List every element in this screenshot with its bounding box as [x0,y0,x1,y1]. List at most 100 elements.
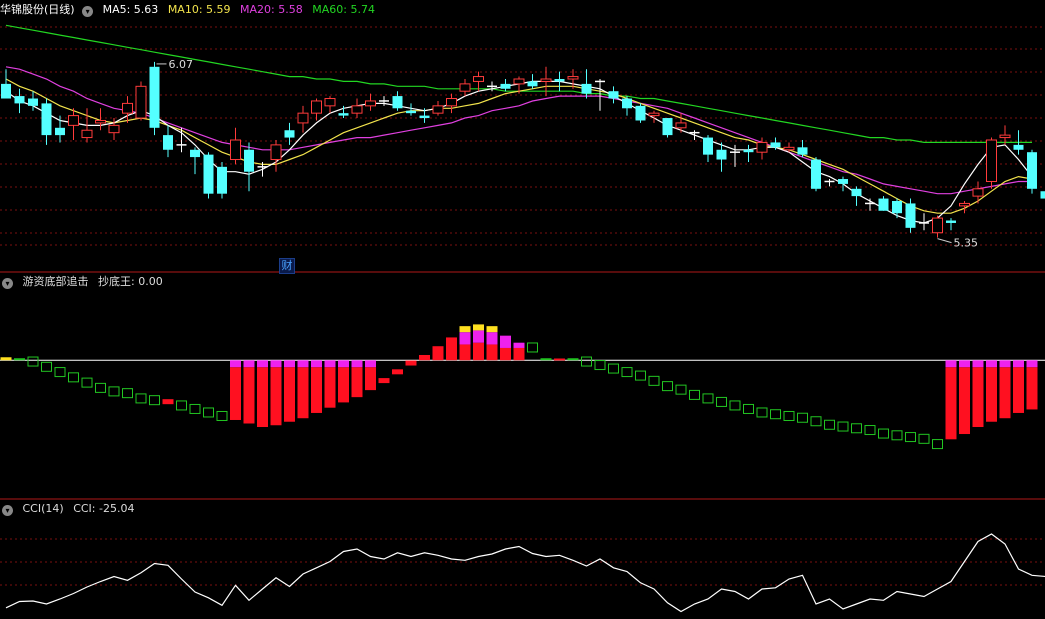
candle-body-down [838,179,848,184]
chart-canvas: 6.07 5.35 [0,0,1045,615]
bar-green-box [28,357,38,366]
candlestick-panel[interactable]: 6.07 5.35 [1,25,1045,249]
bar-red [419,355,430,360]
candle-body-up [447,99,457,106]
bar-red [473,343,484,361]
bar-green-box [717,397,727,406]
bar-magenta [311,360,322,367]
panel3-header: ▾ CCI(14) CCI: -25.04 [0,501,140,517]
bar-green-box [609,364,619,373]
candle-body-down [906,203,916,227]
bar-green-box [906,433,916,442]
bar-green-box [757,408,767,417]
candle-body-up [676,123,686,128]
ma20-label: MA20: 5.58 [240,3,303,16]
candle-body-down [636,106,646,121]
candle-body-down [163,135,173,150]
bar-magenta [298,360,309,367]
candle-body-down [204,155,214,194]
panel3-indicator: CCI: -25.04 [73,502,134,515]
bar-magenta [1027,360,1038,367]
bar-red [986,367,997,421]
bar-green-box [703,394,713,403]
candle-body-down [892,201,902,213]
chevron-down-icon[interactable]: ▾ [2,278,13,289]
ma10-line [6,79,1032,213]
candle-body-down [15,96,25,103]
bar-green-box [217,411,227,420]
bar-magenta [257,360,268,367]
bar-green-box [676,385,686,394]
bar-red [230,367,241,420]
bar-magenta [338,360,349,367]
bar-yellow [487,326,498,332]
bar-green-box [582,357,592,366]
candle-body-up [474,77,484,82]
bar-red [257,367,268,427]
bar-red [460,344,471,360]
bar-green-box [55,368,65,377]
bar-magenta [1000,360,1011,367]
candle-body-down [55,128,65,135]
panel2-indicator: 抄底王: 0.00 [98,275,163,288]
panel2-title: 游资底部追击 [23,275,89,288]
candle-body-down [811,160,821,189]
candle-body-up [987,140,997,181]
low-price-label: 5.35 [954,237,979,250]
bar-red [352,367,363,397]
bar-magenta [473,330,484,342]
bar-red [554,359,565,361]
bar-green-box [838,422,848,431]
candle-body-up [460,84,470,91]
candle-body-up [1000,135,1010,137]
bar-red [392,369,403,374]
bar-red [338,367,349,402]
bar-green-box [69,373,79,382]
candle-body-up [312,101,322,113]
candle-body-down [879,199,889,211]
bottom-chaser-panel[interactable] [0,324,1045,448]
bar-green-box [595,361,605,370]
bar-red [446,337,457,360]
finance-marker-icon[interactable]: 财 [279,258,295,274]
chevron-down-icon[interactable]: ▾ [82,6,93,17]
candle-body-up [649,113,659,115]
bar-green-box [528,343,538,352]
candle-body-up [69,116,79,126]
bar-red [500,348,511,360]
bar-yellow [473,324,484,330]
candle-body-down [501,84,511,89]
bar-red [973,367,984,427]
candle-body-up [933,218,943,233]
high-price-label: 6.07 [169,58,194,71]
candle-body-down [150,67,160,128]
bar-magenta [284,360,295,367]
bar-red [298,367,309,418]
bar-green-box [636,371,646,380]
bar-green-box [123,389,133,398]
bar-green-box [622,368,632,377]
bar-green-box [204,408,214,417]
bar-green-box [136,394,146,403]
ma5-label: MA5: 5.63 [103,3,159,16]
candle-body-down [28,99,38,106]
bar-green-box [730,401,740,410]
candle-body-up [541,79,551,81]
candle-body-down [1027,152,1037,189]
candle-body-up [784,147,794,149]
bar-green-box [933,440,943,449]
ma10-label: MA10: 5.59 [168,3,231,16]
candle-body-down [406,111,416,113]
candle-body-down [946,221,956,223]
chevron-down-icon[interactable]: ▾ [2,505,13,516]
candle-body-up [109,125,119,132]
bar-red [959,367,970,434]
candle-body-down [42,103,52,135]
cci-panel[interactable] [6,534,1045,612]
bar-green-box [177,401,187,410]
candle-body-down [663,118,673,135]
candle-body-down [1041,191,1045,198]
bar-green-box [109,387,119,396]
candle-body-up [352,106,362,113]
bar-magenta [946,360,957,367]
